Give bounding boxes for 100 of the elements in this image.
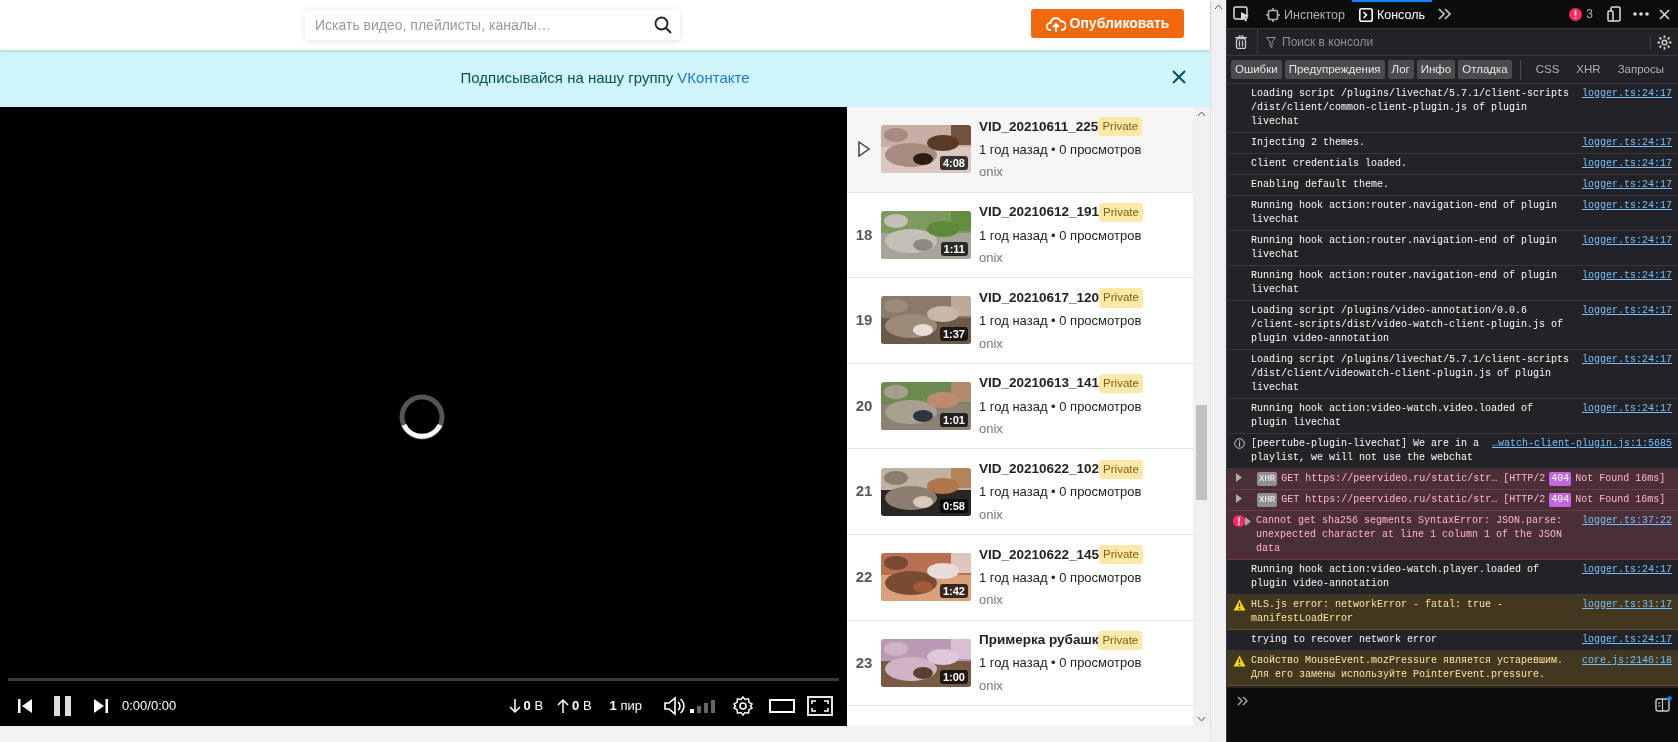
playlist-item[interactable]: 20 1:01 VID_20210613_141 Private 1 год назад • 0 просмотров onix [847, 363, 1193, 450]
search-field[interactable]: Искать видео, плейлисты, каналы… [313, 13, 643, 37]
console-message: Injecting 2 themes. [1251, 136, 1366, 150]
trash-icon[interactable] [1235, 35, 1247, 49]
error-icon [1569, 7, 1583, 21]
video-title[interactable]: VID_20210622_145 [979, 544, 1100, 565]
request-method: GET [1281, 493, 1300, 507]
source-link[interactable]: logger.ts:37:22 [1576, 514, 1672, 556]
playlist-item[interactable]: 18 1:11 VID_20210612_191 Private 1 год назад • 0 просмотров onix [847, 192, 1193, 279]
source-link[interactable]: logger.ts:24:17 [1576, 304, 1672, 346]
cloud-upload-icon [1045, 14, 1066, 33]
vkontakte-link[interactable]: VКонтакте [677, 69, 750, 87]
request-method: GET [1281, 472, 1300, 486]
video-title[interactable]: Примерка рубашк [979, 630, 1099, 651]
source-link[interactable]: logger.ts:24:17 [1576, 269, 1672, 297]
close-icon[interactable] [1172, 70, 1186, 84]
source-link[interactable]: logger.ts:24:17 [1576, 353, 1672, 395]
playlist-item[interactable]: 4:08 VID_20210611_225 Private 1 год назад • 0 просмотров onix [847, 107, 1193, 193]
private-tag: Private [1099, 459, 1143, 479]
split-console-icon[interactable] [1655, 696, 1672, 712]
expand-arrow-icon[interactable] [1245, 517, 1251, 526]
source-link[interactable]: logger.ts:24:17 [1576, 402, 1672, 430]
filter-toggle[interactable]: Отладка [1458, 59, 1512, 80]
expand-arrow-icon[interactable] [1236, 473, 1242, 482]
source-link[interactable]: core.js:2146:18 [1576, 654, 1672, 682]
video-title[interactable]: VID_20210612_191 [979, 202, 1100, 223]
filter-toggle[interactable]: Ошибки [1231, 59, 1282, 80]
source-link[interactable]: logger.ts:24:17 [1576, 136, 1672, 150]
playlist-item[interactable]: 19 1:37 VID_20210617_120 Private 1 год назад • 0 просмотров onix [847, 278, 1193, 364]
channel-name: onix [979, 677, 1004, 695]
channel-name: onix [979, 420, 1004, 439]
filter-toggle[interactable]: CSS [1531, 59, 1564, 80]
console-message: Running hook action:video-watch.player.loaded of plugin video-annotation [1251, 563, 1541, 591]
console-message: Client credentials loaded. [1251, 157, 1408, 171]
status-code: 404 [1549, 472, 1572, 486]
source-link[interactable]: …watch-client-plugin.js:1:5685 [1485, 437, 1672, 465]
volume-meter[interactable] [690, 699, 715, 713]
request-url[interactable]: https://peervideo.ru/static/str… [1305, 472, 1498, 486]
console-message: Свойство MouseEvent.mozPressure является устаревшим. Для его замены используйте PointerEvent.pressure. [1251, 654, 1565, 682]
filter-toggle[interactable]: XHR [1572, 59, 1605, 80]
video-title[interactable]: VID_20210613_141 [979, 373, 1100, 394]
error-count[interactable]: 3 [1586, 5, 1593, 23]
scrollbar-thumb[interactable] [1196, 405, 1207, 500]
xhr-tag: XHR [1257, 472, 1278, 486]
source-link[interactable]: logger.ts:24:17 [1576, 633, 1672, 647]
previous-icon[interactable] [18, 698, 32, 714]
playlist-item[interactable]: 21 0:58 VID_20210622_102 Private 1 год назад • 0 просмотров onix [847, 449, 1193, 535]
responsive-mode-icon[interactable] [1607, 6, 1621, 22]
settings-icon[interactable] [1650, 34, 1672, 50]
page-scrollbar[interactable] [1210, 0, 1226, 742]
more-tabs-icon[interactable] [1438, 8, 1452, 20]
private-tag: Private [1098, 117, 1143, 137]
source-link[interactable]: logger.ts:24:17 [1576, 563, 1672, 591]
channel-name: onix [979, 591, 1004, 610]
playlist-item[interactable]: 23 1:00 Примерка рубашк Private 1 год назад • 0 просмотров onix [847, 620, 1193, 707]
video-meta: 1 год назад • 0 просмотров [979, 568, 1143, 587]
channel-name: onix [979, 505, 1004, 524]
element-picker-icon[interactable] [1233, 6, 1251, 22]
channel-name: onix [979, 163, 1004, 182]
filter-toggle[interactable]: Предупреждения [1284, 59, 1385, 80]
prompt-icon[interactable] [1237, 696, 1249, 706]
playlist-item[interactable]: 22 1:42 VID_20210622_145 Private 1 год назад • 0 просмотров onix [847, 534, 1193, 621]
private-tag: Private [1099, 545, 1143, 565]
item-number: 20 [855, 395, 873, 416]
download-speed: 0 B [523, 697, 544, 716]
console-message: Loading script /plugins/video-annotation/0.0.6 /client-scripts/dist/video-watch-client-plugin.js of plugin video-annotation [1251, 304, 1565, 346]
filter-toggle[interactable]: Запросы [1613, 59, 1669, 80]
video-meta: 1 год назад • 0 просмотров [979, 654, 1143, 673]
expand-arrow-icon[interactable] [1236, 494, 1242, 503]
channel-name: onix [979, 334, 1004, 353]
filter-toggle[interactable]: Лог [1387, 59, 1414, 80]
source-link[interactable]: logger.ts:24:17 [1576, 199, 1672, 227]
video-title[interactable]: VID_20210617_120 [979, 287, 1100, 309]
console-filter-field[interactable]: Поиск в консоли [1280, 32, 1580, 52]
video-title[interactable]: VID_20210611_225 [979, 116, 1099, 137]
info-icon [1233, 438, 1245, 449]
playlist-scrollbar[interactable] [1193, 107, 1210, 726]
devtools-tab[interactable]: Инспектор [1259, 0, 1352, 29]
item-number: 19 [855, 310, 873, 331]
source-link[interactable]: logger.ts:24:17 [1576, 178, 1672, 192]
fullscreen-icon[interactable] [807, 696, 833, 716]
more-options-icon[interactable] [1633, 12, 1649, 16]
source-link[interactable]: logger.ts:31:17 [1576, 598, 1672, 626]
xhr-tag: XHR [1257, 493, 1278, 507]
filter-toggle[interactable]: Инфо [1416, 59, 1456, 80]
theater-mode-icon[interactable] [769, 698, 795, 714]
volume-icon[interactable] [664, 696, 686, 716]
video-title[interactable]: VID_20210622_102 [979, 459, 1100, 480]
next-icon[interactable] [94, 698, 108, 714]
source-link[interactable]: logger.ts:24:17 [1576, 234, 1672, 262]
filter-icon [1266, 36, 1276, 48]
warning-icon [1232, 655, 1246, 667]
source-link[interactable]: logger.ts:24:17 [1576, 157, 1672, 171]
source-link[interactable]: logger.ts:24:17 [1576, 87, 1672, 129]
request-url[interactable]: https://peervideo.ru/static/str… [1305, 493, 1498, 507]
error-icon [1233, 515, 1245, 527]
duration-label: 1:37 [939, 327, 968, 342]
upload-arrow-icon [557, 698, 570, 714]
video-meta: 1 год назад • 0 просмотров [979, 226, 1143, 245]
pause-icon[interactable] [54, 696, 72, 716]
